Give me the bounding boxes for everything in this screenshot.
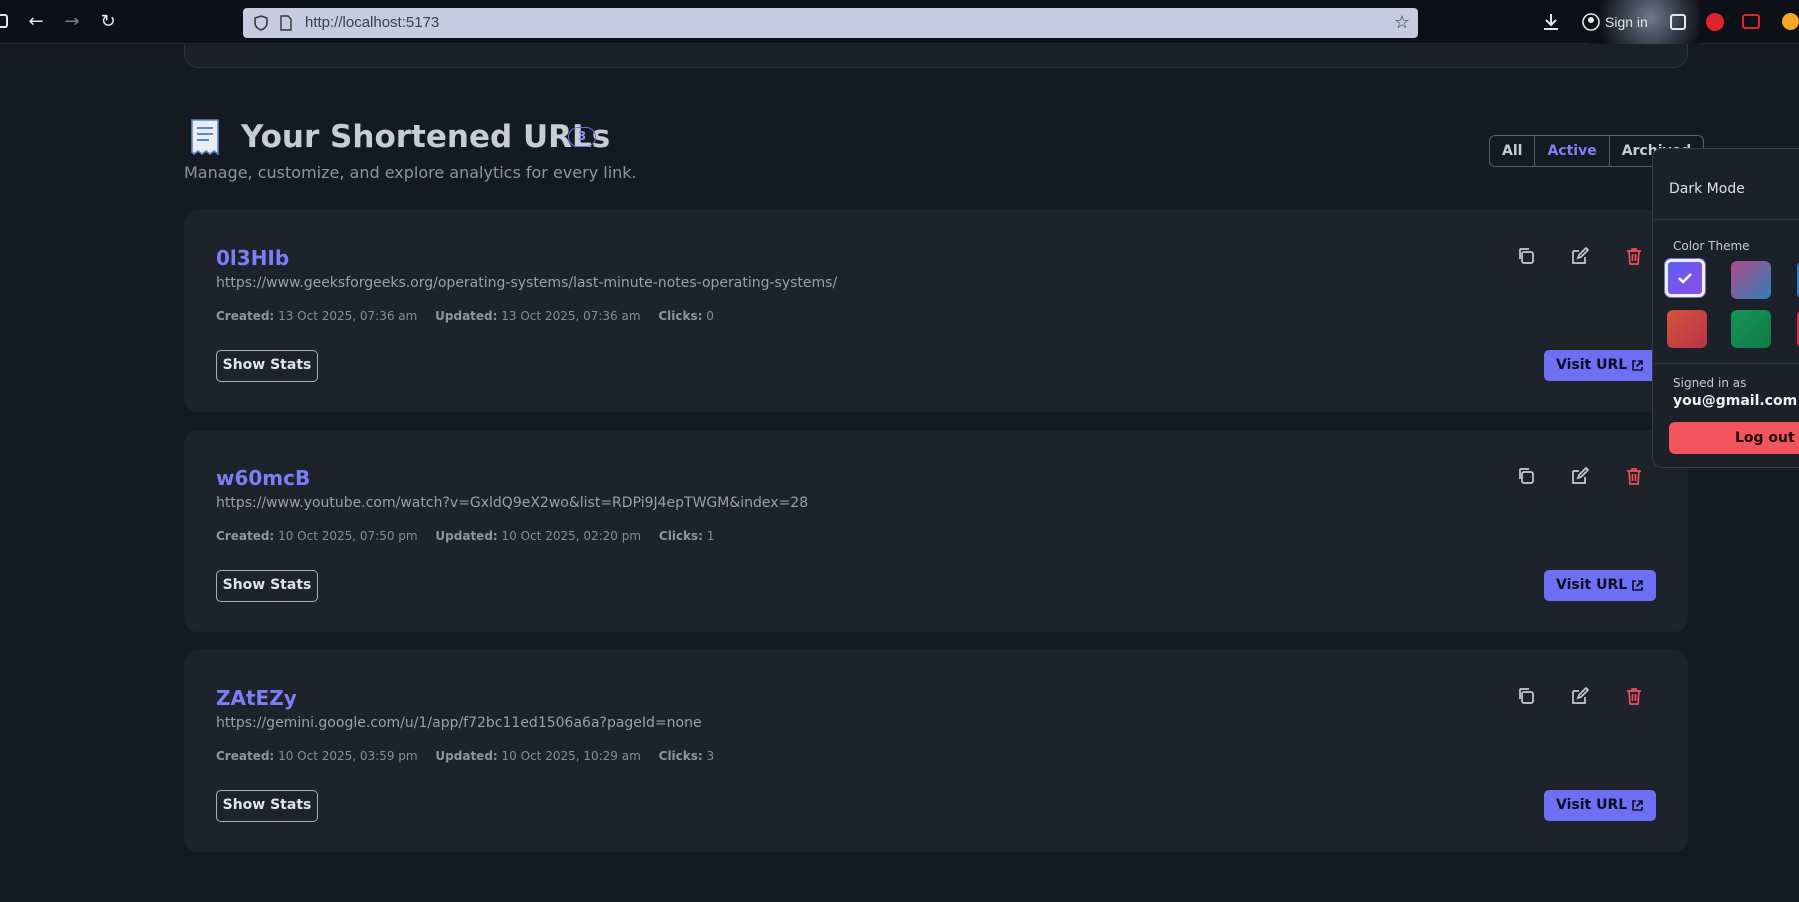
- external-link-icon: [1632, 580, 1643, 591]
- copy-icon[interactable]: [1516, 466, 1536, 486]
- updated-value: 10 Oct 2025, 10:29 am: [501, 749, 641, 763]
- url-meta: Created: 10 Oct 2025, 07:50 pm Updated: …: [216, 529, 714, 543]
- url-meta: Created: 13 Oct 2025, 07:36 am Updated: …: [216, 309, 714, 323]
- edit-icon[interactable]: [1570, 246, 1590, 266]
- updated-value: 10 Oct 2025, 02:20 pm: [501, 529, 642, 543]
- download-icon[interactable]: [1542, 12, 1560, 32]
- delete-icon[interactable]: [1624, 686, 1644, 706]
- delete-icon[interactable]: [1624, 246, 1644, 266]
- back-icon[interactable]: ←: [24, 10, 48, 34]
- user-email: you@gmail.com: [1673, 393, 1798, 409]
- short-code[interactable]: w60mcB: [216, 466, 310, 490]
- browser-toolbar: ← → ↻ http://localhost:5173 ☆ Sign in: [0, 0, 1799, 44]
- signed-in-label: Signed in as: [1673, 376, 1747, 390]
- copy-icon[interactable]: [1516, 686, 1536, 706]
- clicks-label: Clicks:: [658, 749, 703, 763]
- youtube-extension-icon[interactable]: [1706, 13, 1724, 31]
- delete-icon[interactable]: [1624, 466, 1644, 486]
- created-value: 13 Oct 2025, 07:36 am: [278, 309, 418, 323]
- url-card: ZAtEZy https://gemini.google.com/u/1/app…: [184, 650, 1688, 852]
- copy-icon[interactable]: [1516, 246, 1536, 266]
- filter-all-button[interactable]: All: [1490, 136, 1536, 166]
- visit-url-button[interactable]: Visit URL: [1544, 570, 1656, 601]
- created-label: Created:: [216, 529, 275, 543]
- theme-swatch-orange-red[interactable]: [1667, 310, 1707, 348]
- original-url: https://www.youtube.com/watch?v=GxldQ9eX…: [216, 495, 809, 511]
- filter-active-button[interactable]: Active: [1535, 136, 1610, 166]
- original-url: https://www.geeksforgeeks.org/operating-…: [216, 275, 838, 291]
- external-link-icon: [1632, 800, 1643, 811]
- theme-swatch-green[interactable]: [1731, 310, 1771, 348]
- theme-sun-icon[interactable]: [1782, 13, 1799, 30]
- address-bar[interactable]: http://localhost:5173 ☆: [243, 8, 1418, 38]
- show-stats-button[interactable]: Show Stats: [216, 570, 318, 602]
- original-url: https://gemini.google.com/u/1/app/f72bc1…: [216, 715, 702, 731]
- page-subtitle: Manage, customize, and explore analytics…: [184, 163, 637, 182]
- edit-icon[interactable]: [1570, 686, 1590, 706]
- url-meta: Created: 10 Oct 2025, 03:59 pm Updated: …: [216, 749, 714, 763]
- page-icon: [280, 15, 292, 31]
- theme-swatch-pink-blue[interactable]: [1731, 261, 1771, 299]
- clicks-value: 1: [706, 529, 715, 543]
- show-stats-button[interactable]: Show Stats: [216, 350, 318, 382]
- settings-dropdown: Dark Mode Color Theme Signed in as you@g…: [1652, 148, 1799, 468]
- bookmark-star-icon[interactable]: ☆: [1394, 12, 1410, 33]
- reload-icon[interactable]: ↻: [96, 10, 120, 34]
- updated-label: Updated:: [435, 309, 498, 323]
- url-count-badge: 3: [568, 127, 596, 147]
- dark-mode-label[interactable]: Dark Mode: [1669, 181, 1745, 197]
- created-label: Created:: [216, 309, 275, 323]
- receipt-icon: [191, 119, 219, 156]
- visit-url-label: Visit URL: [1556, 797, 1628, 813]
- url-card: w60mcB https://www.youtube.com/watch?v=G…: [184, 430, 1688, 632]
- divider: [1653, 219, 1799, 220]
- shield-icon: [254, 15, 268, 31]
- divider: [1653, 363, 1799, 364]
- visit-url-label: Visit URL: [1556, 577, 1628, 593]
- theme-swatch-indigo[interactable]: [1665, 259, 1705, 297]
- show-stats-button[interactable]: Show Stats: [216, 790, 318, 822]
- clicks-label: Clicks:: [658, 309, 703, 323]
- forward-icon[interactable]: →: [60, 10, 84, 34]
- visit-url-label: Visit URL: [1556, 357, 1628, 373]
- logout-button[interactable]: Log out: [1669, 422, 1799, 454]
- short-code[interactable]: ZAtEZy: [216, 686, 297, 710]
- extensions-icon[interactable]: [1670, 14, 1686, 30]
- short-code[interactable]: 0l3HIb: [216, 246, 289, 270]
- updated-label: Updated:: [435, 529, 498, 543]
- sidebar-toggle-icon[interactable]: [0, 14, 8, 28]
- created-value: 10 Oct 2025, 07:50 pm: [278, 529, 418, 543]
- created-value: 10 Oct 2025, 03:59 pm: [278, 749, 418, 763]
- edit-icon[interactable]: [1570, 466, 1590, 486]
- check-icon: [1678, 273, 1692, 284]
- visit-url-button[interactable]: Visit URL: [1544, 350, 1656, 381]
- color-theme-label: Color Theme: [1673, 239, 1750, 253]
- created-label: Created:: [216, 749, 275, 763]
- updated-value: 13 Oct 2025, 07:36 am: [501, 309, 641, 323]
- external-link-icon: [1632, 360, 1643, 371]
- media-extension-icon[interactable]: [1742, 14, 1760, 29]
- sign-in-button[interactable]: Sign in: [1605, 14, 1648, 38]
- clicks-value: 0: [706, 309, 714, 323]
- url-text: http://localhost:5173: [305, 14, 440, 31]
- create-url-panel-edge: [184, 44, 1688, 68]
- visit-url-button[interactable]: Visit URL: [1544, 790, 1656, 821]
- updated-label: Updated:: [435, 749, 498, 763]
- page-title: Your Shortened URLs: [241, 119, 611, 155]
- url-card: 0l3HIb https://www.geeksforgeeks.org/ope…: [184, 210, 1688, 412]
- clicks-value: 3: [706, 749, 715, 763]
- account-icon[interactable]: [1582, 13, 1600, 31]
- clicks-label: Clicks:: [658, 529, 703, 543]
